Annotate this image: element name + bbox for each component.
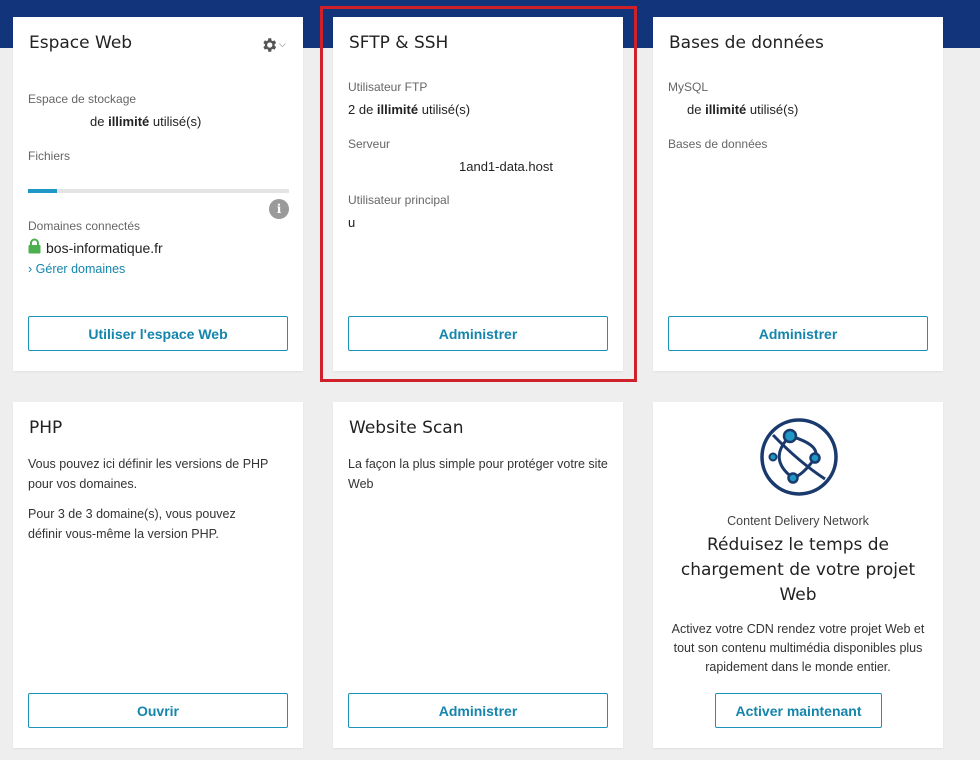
chevron-down-icon: ⌵ (279, 40, 286, 50)
card-website-scan: Website Scan La façon la plus simple pou… (333, 402, 623, 748)
mysql-label: MySQL (668, 80, 709, 94)
databases-administer-button[interactable]: Administrer (668, 316, 928, 351)
card-title: Espace Web (29, 33, 133, 53)
server-value: 1and1-data.host (459, 159, 553, 174)
settings-gear-icon[interactable]: ⌵ (260, 35, 290, 55)
ftp-user-value: 2 de illimité utilisé(s) (348, 102, 471, 117)
files-label: Fichiers (28, 149, 71, 163)
card-cdn: Content Delivery Network Réduisez le tem… (653, 402, 943, 748)
card-databases: Bases de données MySQL de illimité utili… (653, 17, 943, 371)
mysql-value: de illimité utilisé(s) (687, 102, 799, 117)
php-description: Vous pouvez ici définir les versions de … (28, 457, 269, 491)
ftp-user-label: Utilisateur FTP (348, 80, 428, 94)
cdn-eyebrow: Content Delivery Network (727, 514, 869, 528)
php-description-domains: Pour 3 de 3 domaine(s), vous pouvez défi… (28, 507, 236, 541)
cdn-description: Activez votre CDN rendez votre projet We… (671, 622, 925, 674)
server-label: Serveur (348, 137, 391, 151)
info-icon[interactable]: i (269, 199, 289, 219)
network-globe-icon (759, 417, 839, 497)
scan-administer-button[interactable]: Administrer (348, 693, 608, 728)
activate-cdn-button[interactable]: Activer maintenant (715, 693, 882, 728)
card-title: Bases de données (669, 33, 824, 53)
main-user-label: Utilisateur principal (348, 193, 450, 207)
card-title: Website Scan (349, 418, 464, 438)
card-title: SFTP & SSH (349, 33, 449, 53)
files-progress-bar (28, 189, 289, 193)
use-webspace-button[interactable]: Utiliser l'espace Web (28, 316, 288, 351)
card-sftp-ssh: SFTP & SSH Utilisateur FTP 2 de illimité… (333, 17, 623, 371)
manage-domains-link[interactable]: › Gérer domaines (28, 262, 125, 276)
cdn-headline: Réduisez le temps de chargement de votre… (680, 535, 916, 605)
lock-icon (28, 238, 42, 254)
card-espace-web: Espace Web ⌵ Espace de stockage de illim… (13, 17, 303, 371)
php-open-button[interactable]: Ouvrir (28, 693, 288, 728)
chevron-right-icon: › (28, 262, 36, 276)
main-user-value: u (348, 215, 356, 230)
storage-label: Espace de stockage (28, 92, 137, 106)
card-php: PHP Vous pouvez ici définir les versions… (13, 402, 303, 748)
sftp-administer-button[interactable]: Administrer (348, 316, 608, 351)
domains-label: Domaines connectés (28, 219, 141, 233)
databases-label: Bases de données (668, 137, 768, 151)
files-progress-fill (28, 189, 57, 193)
card-title: PHP (29, 418, 63, 438)
domain-name: bos-informatique.fr (46, 240, 163, 256)
storage-value: de illimité utilisé(s) (90, 114, 202, 129)
scan-description: La façon la plus simple pour protéger vo… (348, 457, 608, 491)
